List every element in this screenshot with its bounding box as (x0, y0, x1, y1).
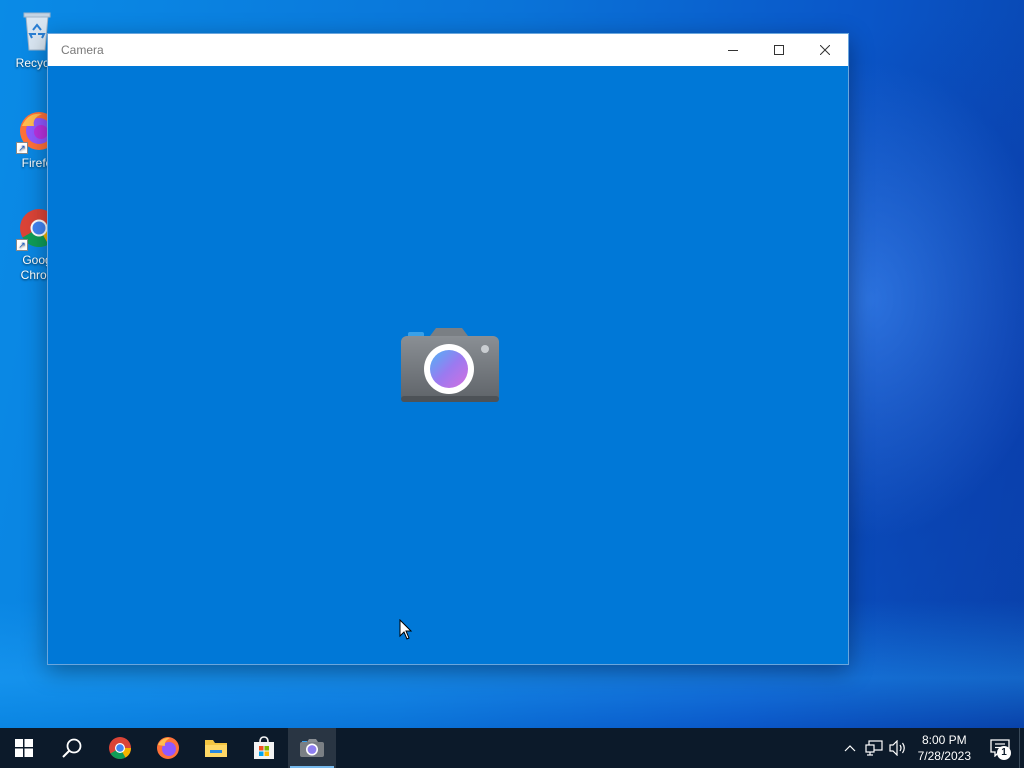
start-button[interactable] (0, 728, 48, 768)
search-icon (62, 738, 82, 758)
maximize-icon (774, 45, 784, 55)
action-center-button[interactable]: 1 (981, 728, 1019, 768)
folder-icon (205, 740, 227, 757)
store-icon (254, 736, 274, 759)
mouse-cursor-icon (399, 619, 413, 640)
window-titlebar[interactable]: Camera (48, 34, 848, 66)
windows-start-icon (15, 739, 33, 757)
clock-time: 8:00 PM (921, 733, 967, 747)
minimize-icon (728, 50, 738, 51)
show-hidden-icons-button[interactable] (838, 728, 862, 768)
system-tray: 8:00 PM 7/28/2023 1 (838, 728, 1024, 768)
camera-window[interactable]: Camera (47, 33, 849, 665)
minimize-button[interactable] (710, 34, 756, 66)
taskbar: 8:00 PM 7/28/2023 1 (0, 728, 1024, 768)
taskbar-camera-button[interactable] (288, 728, 336, 768)
taskbar-chrome-button[interactable] (96, 728, 144, 768)
shortcut-arrow-icon: ↗ (16, 142, 28, 154)
taskbar-clock[interactable]: 8:00 PM 7/28/2023 (910, 732, 981, 764)
volume-icon (889, 740, 905, 756)
maximize-button[interactable] (756, 34, 802, 66)
window-controls (710, 34, 848, 66)
window-title: Camera (61, 43, 104, 57)
taskbar-firefox-button[interactable] (144, 728, 192, 768)
notification-count-badge: 1 (997, 746, 1011, 760)
shortcut-arrow-icon: ↗ (16, 239, 28, 251)
search-button[interactable] (48, 728, 96, 768)
camera-app-icon (400, 326, 500, 406)
close-icon (820, 45, 830, 55)
taskbar-file-explorer-button[interactable] (192, 728, 240, 768)
close-button[interactable] (802, 34, 848, 66)
show-desktop-button[interactable] (1019, 728, 1024, 768)
camera-icon (300, 739, 324, 757)
clock-date: 7/28/2023 (917, 749, 971, 763)
firefox-icon (157, 737, 179, 759)
chrome-icon (109, 737, 131, 759)
chevron-up-icon (844, 745, 856, 752)
volume-button[interactable] (886, 728, 910, 768)
network-button[interactable] (862, 728, 886, 768)
network-icon (865, 740, 883, 756)
taskbar-store-button[interactable] (240, 728, 288, 768)
